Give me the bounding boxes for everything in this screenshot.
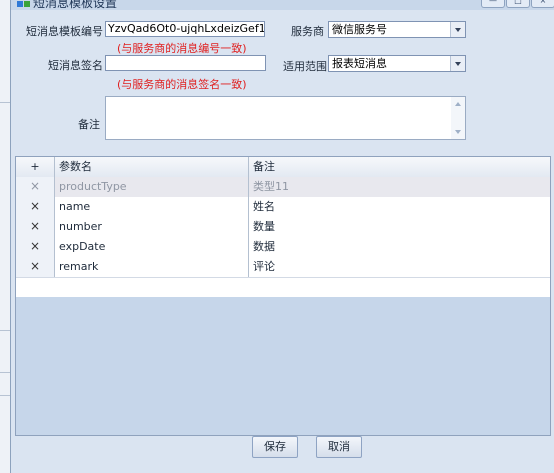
scroll-down-icon[interactable]	[455, 130, 461, 134]
scroll-up-icon[interactable]	[455, 102, 461, 106]
chevron-down-icon[interactable]	[450, 56, 465, 71]
remark-scrollbar[interactable]	[451, 97, 465, 139]
cancel-button[interactable]: 取消	[316, 436, 362, 458]
table-row[interactable]: × number 数量	[16, 217, 550, 238]
param-name-cell[interactable]: expDate	[55, 237, 249, 257]
provider-select-value: 微信服务号	[332, 23, 387, 36]
dialog-body: 短消息模板编号 YzvQad6Ot0-ujqhLxdeizGef1h-3V 服务…	[11, 10, 554, 473]
save-button[interactable]: 保存	[252, 436, 298, 458]
template-no-hint: (与服务商的消息编号一致)	[117, 42, 247, 55]
column-header-remark[interactable]: 备注	[249, 157, 550, 177]
table-row[interactable]: × name 姓名	[16, 197, 550, 218]
signature-hint: (与服务商的消息签名一致)	[117, 78, 247, 91]
remark-label: 备注	[78, 118, 100, 131]
param-name-cell[interactable]: name	[55, 197, 249, 217]
minimize-button[interactable]: —	[481, 0, 505, 8]
provider-select[interactable]: 微信服务号	[328, 21, 466, 38]
minimize-icon: —	[489, 0, 497, 5]
provider-label: 服务商	[291, 25, 324, 38]
close-icon: ×	[539, 0, 547, 5]
table-row[interactable]: × productType 类型11	[16, 177, 550, 198]
signature-label: 短消息签名	[48, 59, 103, 72]
delete-row-button[interactable]: ×	[16, 177, 55, 197]
param-note-cell[interactable]: 数量	[249, 217, 550, 237]
delete-row-button[interactable]: ×	[16, 237, 55, 257]
signature-input[interactable]	[105, 55, 266, 71]
param-note-cell[interactable]: 姓名	[249, 197, 550, 217]
column-header-param-name[interactable]: 参数名	[55, 157, 249, 177]
maximize-icon: □	[514, 0, 522, 5]
maximize-button[interactable]: □	[506, 0, 530, 8]
delete-row-button[interactable]: ×	[16, 217, 55, 237]
chevron-down-icon[interactable]	[450, 22, 465, 37]
scope-label: 适用范围	[283, 60, 327, 73]
table-row[interactable]: × remark 评论	[16, 257, 550, 278]
param-name-cell[interactable]: number	[55, 217, 249, 237]
parameter-grid: + 参数名 备注 × productType 类型11 × name 姓名 × …	[15, 156, 551, 436]
title-bar[interactable]: 短消息模板设置 — □ ×	[11, 0, 554, 10]
app-icon	[17, 1, 30, 7]
remark-textarea[interactable]	[105, 96, 466, 140]
param-note-cell[interactable]: 评论	[249, 257, 550, 277]
add-row-button[interactable]: +	[16, 157, 55, 177]
param-name-cell[interactable]: remark	[55, 257, 249, 277]
param-note-cell[interactable]: 数据	[249, 237, 550, 257]
delete-row-button[interactable]: ×	[16, 197, 55, 217]
scope-select[interactable]: 报表短消息	[328, 55, 466, 72]
table-row[interactable]: × expDate 数据	[16, 237, 550, 258]
grid-empty-area	[16, 297, 550, 435]
grid-header: + 参数名 备注	[16, 157, 550, 178]
template-settings-dialog: 短消息模板设置 — □ × 短消息模板编号 YzvQad6Ot0-ujqhLxd…	[10, 0, 554, 473]
template-no-input[interactable]: YzvQad6Ot0-ujqhLxdeizGef1h-3V	[105, 21, 265, 37]
scope-select-value: 报表短消息	[332, 57, 387, 70]
delete-row-button[interactable]: ×	[16, 257, 55, 277]
template-no-label: 短消息模板编号	[26, 25, 103, 38]
close-button[interactable]: ×	[531, 0, 554, 8]
param-name-cell[interactable]: productType	[55, 177, 249, 197]
param-note-cell[interactable]: 类型11	[249, 177, 550, 197]
